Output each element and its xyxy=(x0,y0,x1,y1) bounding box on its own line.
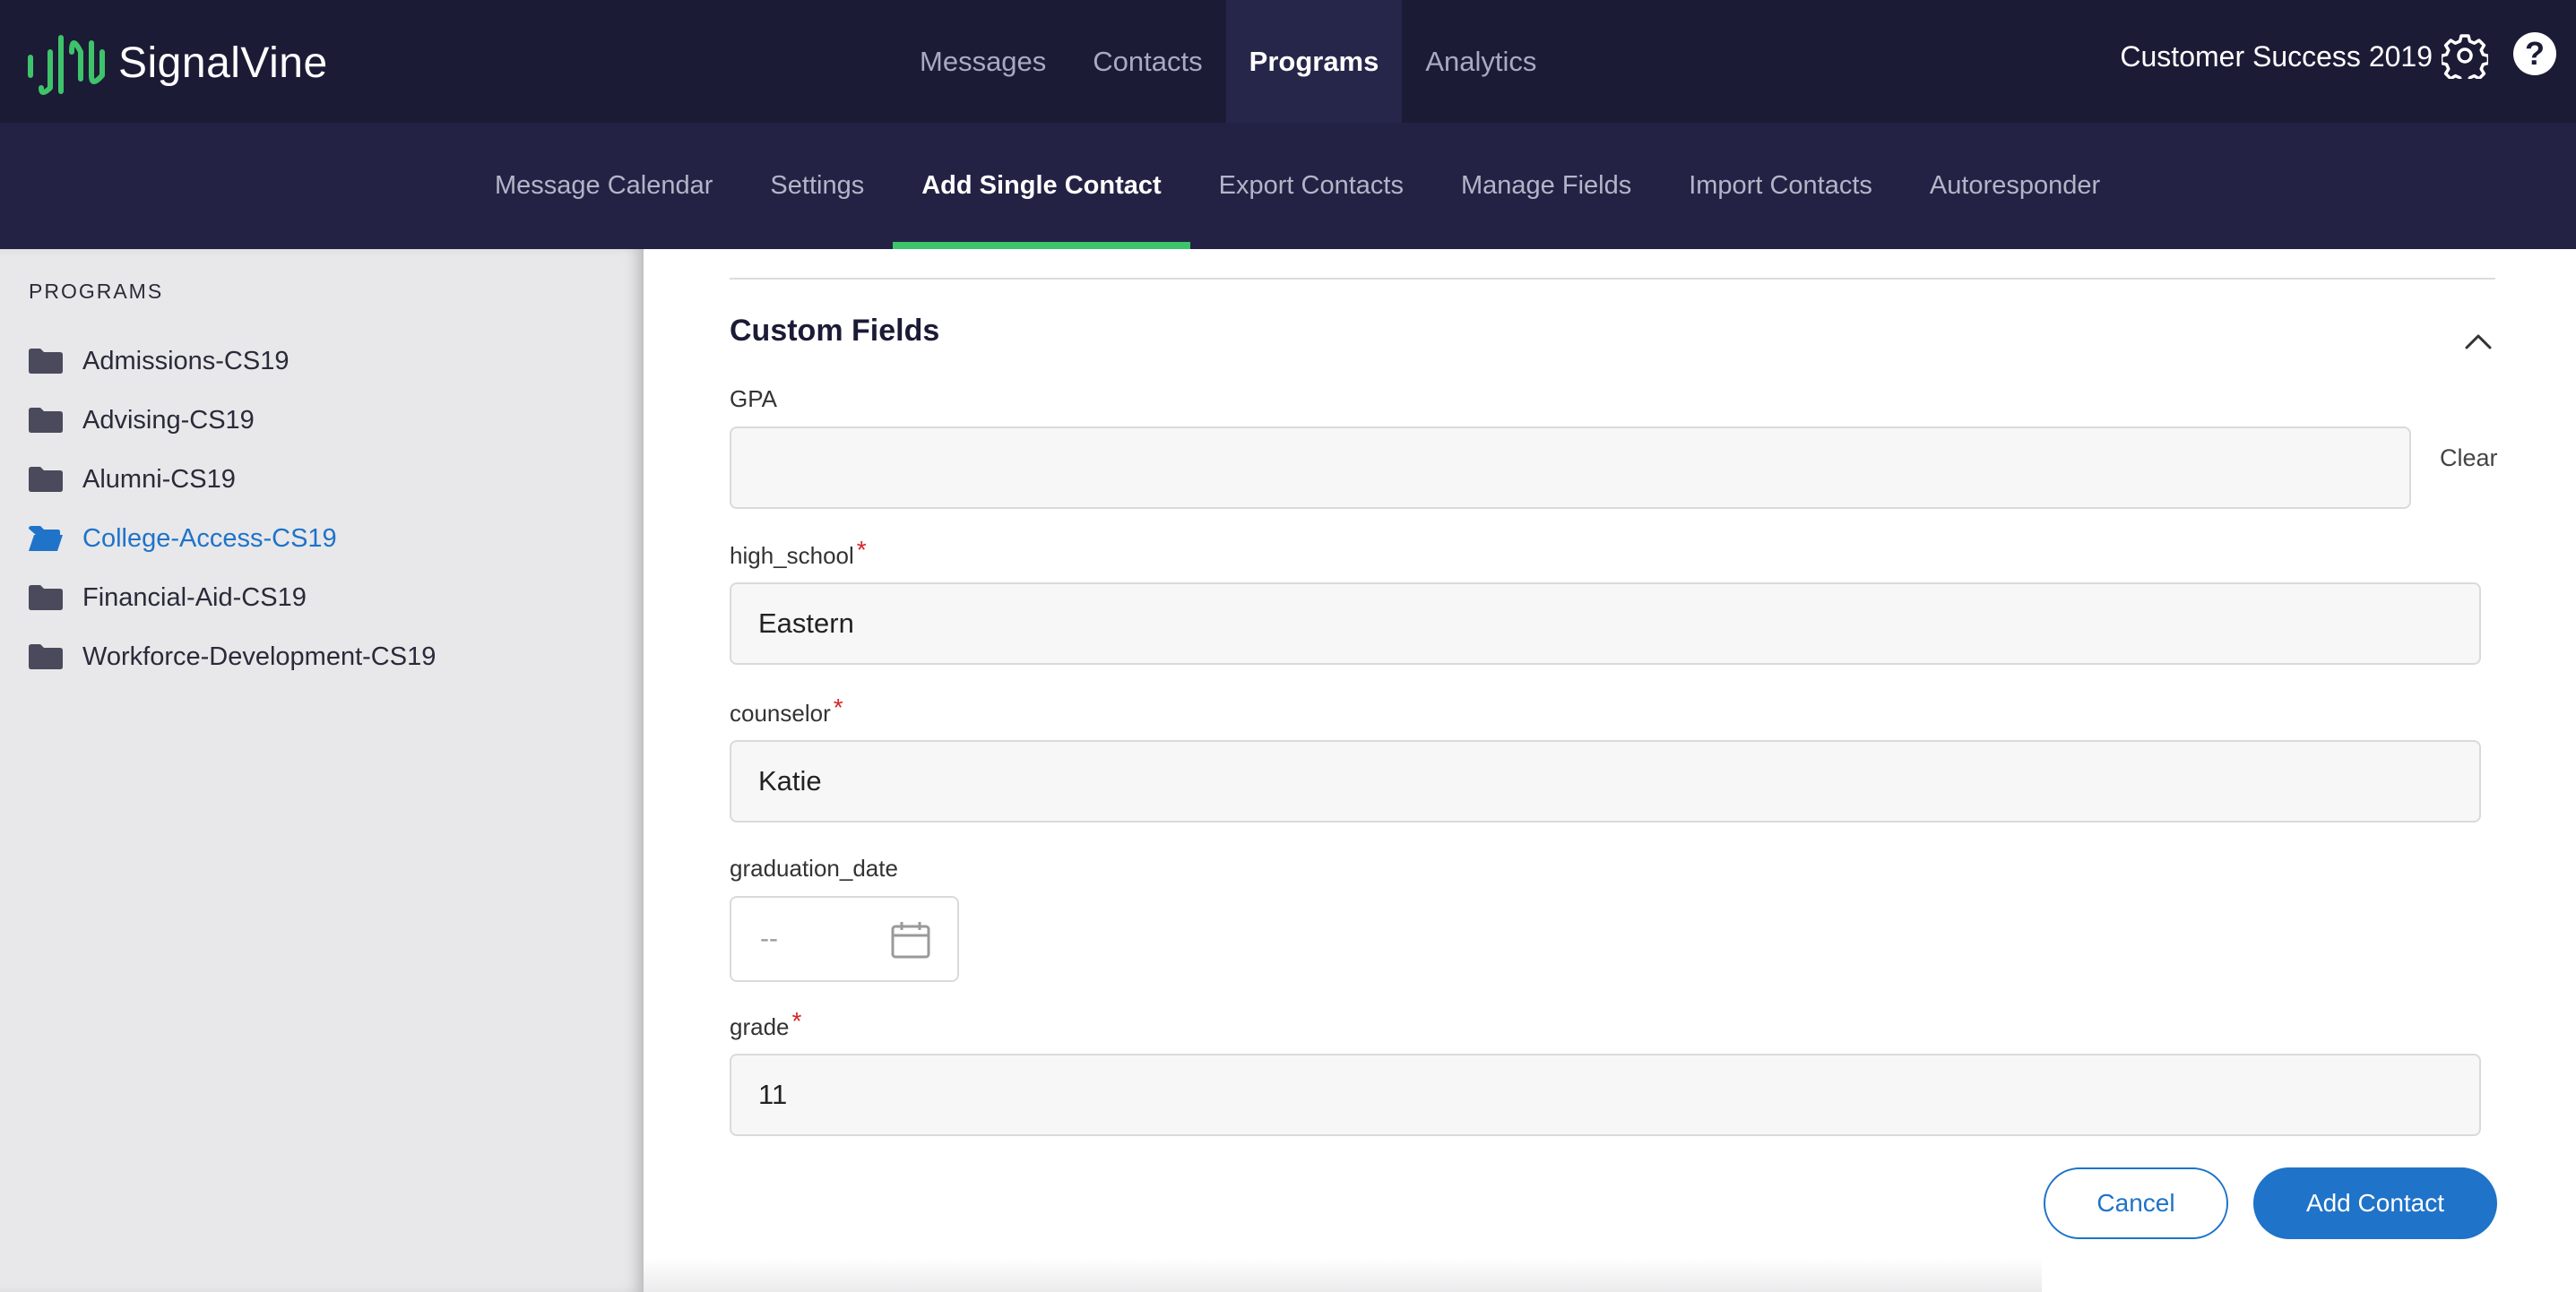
sidebar-item-label: Workforce-Development-CS19 xyxy=(82,642,437,671)
tab-export-contacts[interactable]: Export Contacts xyxy=(1190,123,1432,249)
tab-autoresponder[interactable]: Autoresponder xyxy=(1901,123,2129,249)
add-contact-form: Custom Fields GPA Clear high_school * Eas… xyxy=(644,249,2576,1292)
nav-contacts[interactable]: Contacts xyxy=(1069,0,1225,123)
gear-icon[interactable] xyxy=(2442,32,2488,79)
nav-messages[interactable]: Messages xyxy=(896,0,1069,123)
tab-settings[interactable]: Settings xyxy=(741,123,893,249)
sidebar-item-label: Financial-Aid-CS19 xyxy=(82,582,307,612)
sidebar-item-workforce-development[interactable]: Workforce-Development-CS19 xyxy=(29,627,436,686)
gpa-label: GPA xyxy=(730,385,777,412)
gpa-clear-button[interactable]: Clear xyxy=(2440,444,2498,472)
tab-import-contacts[interactable]: Import Contacts xyxy=(1660,123,1901,249)
sidebar-item-label: College-Access-CS19 xyxy=(82,523,337,553)
folder-icon xyxy=(29,408,63,433)
required-asterisk: * xyxy=(833,693,843,721)
tab-message-calendar[interactable]: Message Calendar xyxy=(466,123,741,249)
signalvine-logo[interactable]: SignalVine xyxy=(27,25,328,100)
program-subnav: Message Calendar Settings Add Single Con… xyxy=(0,123,2576,249)
folder-icon xyxy=(29,644,63,669)
required-asterisk: * xyxy=(856,536,867,564)
sidebar-item-alumni[interactable]: Alumni-CS19 xyxy=(29,450,436,509)
sidebar-item-advising[interactable]: Advising-CS19 xyxy=(29,391,436,450)
programs-sidebar: PROGRAMS Admissions-CS19 Advising-CS19 A… xyxy=(0,249,644,1292)
cancel-button[interactable]: Cancel xyxy=(2044,1167,2228,1239)
required-asterisk: * xyxy=(791,1007,802,1035)
nav-programs[interactable]: Programs xyxy=(1225,0,1403,123)
top-navbar: SignalVine Messages Contacts Programs An… xyxy=(0,0,2576,123)
graduation-date-picker[interactable]: -- xyxy=(730,896,959,982)
scroll-shadow xyxy=(644,1258,2042,1292)
folder-icon xyxy=(29,467,63,492)
question-icon[interactable]: ? xyxy=(2513,32,2556,75)
sidebar-item-college-access[interactable]: College-Access-CS19 xyxy=(29,509,436,568)
folder-icon xyxy=(29,349,63,374)
tab-manage-fields[interactable]: Manage Fields xyxy=(1432,123,1660,249)
open-folder-icon xyxy=(29,526,63,551)
folder-icon xyxy=(29,585,63,610)
brand-name: SignalVine xyxy=(118,39,328,87)
signal-wave-icon xyxy=(28,35,105,95)
counselor-label: counselor * xyxy=(730,693,843,727)
account-name[interactable]: Customer Success 2019 xyxy=(2120,0,2433,113)
section-divider xyxy=(730,278,2495,280)
sidebar-item-admissions[interactable]: Admissions-CS19 xyxy=(29,332,436,391)
main-nav: Messages Contacts Programs Analytics xyxy=(896,0,1560,123)
sidebar-item-label: Alumni-CS19 xyxy=(82,464,236,494)
grade-label: grade * xyxy=(730,1007,802,1040)
high-school-label: high_school * xyxy=(730,536,867,569)
counselor-input[interactable]: Katie xyxy=(730,740,2481,823)
high-school-input[interactable]: Eastern xyxy=(730,582,2481,665)
calendar-icon[interactable] xyxy=(891,921,930,959)
chevron-up-icon[interactable] xyxy=(2465,333,2492,349)
tab-add-single-contact[interactable]: Add Single Contact xyxy=(893,123,1191,249)
graduation-date-label: graduation_date xyxy=(730,855,898,882)
sidebar-item-financial-aid[interactable]: Financial-Aid-CS19 xyxy=(29,568,436,627)
date-placeholder: -- xyxy=(760,924,778,953)
program-list: Admissions-CS19 Advising-CS19 Alumni-CS1… xyxy=(29,332,436,686)
add-contact-button[interactable]: Add Contact xyxy=(2253,1167,2497,1239)
gpa-input[interactable] xyxy=(730,426,2411,509)
sidebar-item-label: Advising-CS19 xyxy=(82,405,255,435)
sidebar-heading: PROGRAMS xyxy=(29,280,164,303)
section-title: Custom Fields xyxy=(730,314,940,348)
sidebar-item-label: Admissions-CS19 xyxy=(82,346,290,375)
grade-input[interactable]: 11 xyxy=(730,1054,2481,1136)
nav-analytics[interactable]: Analytics xyxy=(1402,0,1560,123)
